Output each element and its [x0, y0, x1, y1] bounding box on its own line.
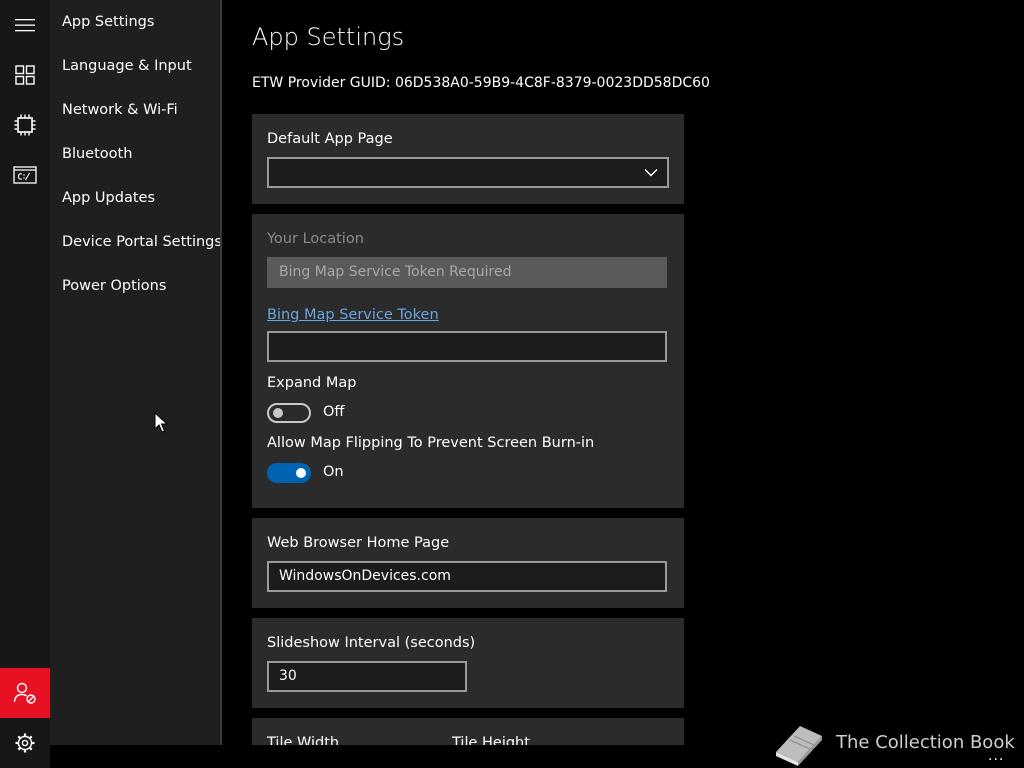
- map-flip-toggle[interactable]: [267, 463, 311, 483]
- watermark: The Collection Book: [772, 718, 1015, 768]
- slideshow-interval-value: 30: [279, 668, 297, 684]
- nav-item-language-input[interactable]: Language & Input: [62, 58, 192, 74]
- nav-item-device-portal-settings[interactable]: Device Portal Settings: [62, 234, 222, 250]
- default-app-page-label: Default App Page: [267, 131, 393, 147]
- your-location-label: Your Location: [267, 231, 364, 247]
- toggle-knob: [296, 468, 306, 478]
- map-flip-label: Allow Map Flipping To Prevent Screen Bur…: [267, 435, 595, 451]
- expand-map-label: Expand Map: [267, 375, 357, 391]
- command-prompt-icon: [13, 166, 37, 184]
- expand-map-toggle[interactable]: [267, 403, 311, 423]
- user-blocked-icon: [13, 682, 36, 704]
- tile-size-card: Tile Width Tile Height: [252, 718, 684, 745]
- nav-item-network-wifi[interactable]: Network & Wi-Fi: [62, 102, 178, 118]
- bing-map-token-input[interactable]: [267, 331, 667, 362]
- main-content[interactable]: App Settings ETW Provider GUID: 06D538A0…: [222, 0, 1024, 745]
- icon-rail: [0, 0, 50, 768]
- your-location-field: Bing Map Service Token Required: [267, 257, 667, 288]
- apps-button[interactable]: [0, 50, 50, 100]
- chevron-down-icon: [644, 169, 658, 177]
- bing-map-token-link[interactable]: Bing Map Service Token: [267, 307, 439, 323]
- gear-icon: [15, 733, 35, 753]
- nav-item-bluetooth[interactable]: Bluetooth: [62, 146, 132, 162]
- user-account-button[interactable]: [0, 668, 50, 718]
- web-browser-card: Web Browser Home Page WindowsOnDevices.c…: [252, 518, 684, 608]
- nav-item-power-options[interactable]: Power Options: [62, 278, 166, 294]
- mouse-cursor-icon: [154, 412, 168, 433]
- map-flip-state: On: [323, 464, 344, 480]
- toggle-knob: [273, 408, 283, 418]
- chip-icon: [14, 114, 36, 136]
- device-info-button[interactable]: [0, 100, 50, 150]
- nav-item-app-settings[interactable]: App Settings: [62, 14, 154, 30]
- slideshow-interval-label: Slideshow Interval (seconds): [267, 635, 476, 651]
- default-app-page-card: Default App Page: [252, 114, 684, 204]
- settings-nav: App Settings Language & Input Network & …: [50, 0, 222, 745]
- settings-button[interactable]: [0, 718, 50, 768]
- your-location-value: Bing Map Service Token Required: [279, 264, 512, 280]
- etw-provider-guid: ETW Provider GUID: 06D538A0-59B9-4C8F-83…: [252, 75, 710, 91]
- tiles-icon: [15, 65, 35, 85]
- web-browser-home-input[interactable]: WindowsOnDevices.com: [267, 561, 667, 592]
- web-browser-home-value: WindowsOnDevices.com: [279, 568, 451, 584]
- page-title: App Settings: [252, 23, 405, 51]
- slideshow-interval-input[interactable]: 30: [267, 661, 467, 692]
- location-card: Your Location Bing Map Service Token Req…: [252, 214, 684, 508]
- expand-map-state: Off: [323, 404, 345, 420]
- tile-height-label: Tile Height: [452, 735, 530, 745]
- book-icon: [776, 726, 822, 766]
- slideshow-card: Slideshow Interval (seconds) 30: [252, 618, 684, 708]
- tile-width-label: Tile Width: [267, 735, 340, 745]
- nav-item-app-updates[interactable]: App Updates: [62, 190, 155, 206]
- hamburger-menu-icon: [15, 19, 35, 32]
- default-app-page-dropdown[interactable]: [267, 157, 669, 188]
- command-line-button[interactable]: [0, 150, 50, 200]
- hamburger-menu-button[interactable]: [0, 0, 50, 50]
- web-browser-home-label: Web Browser Home Page: [267, 535, 450, 551]
- more-options-icon[interactable]: ...: [988, 748, 1004, 764]
